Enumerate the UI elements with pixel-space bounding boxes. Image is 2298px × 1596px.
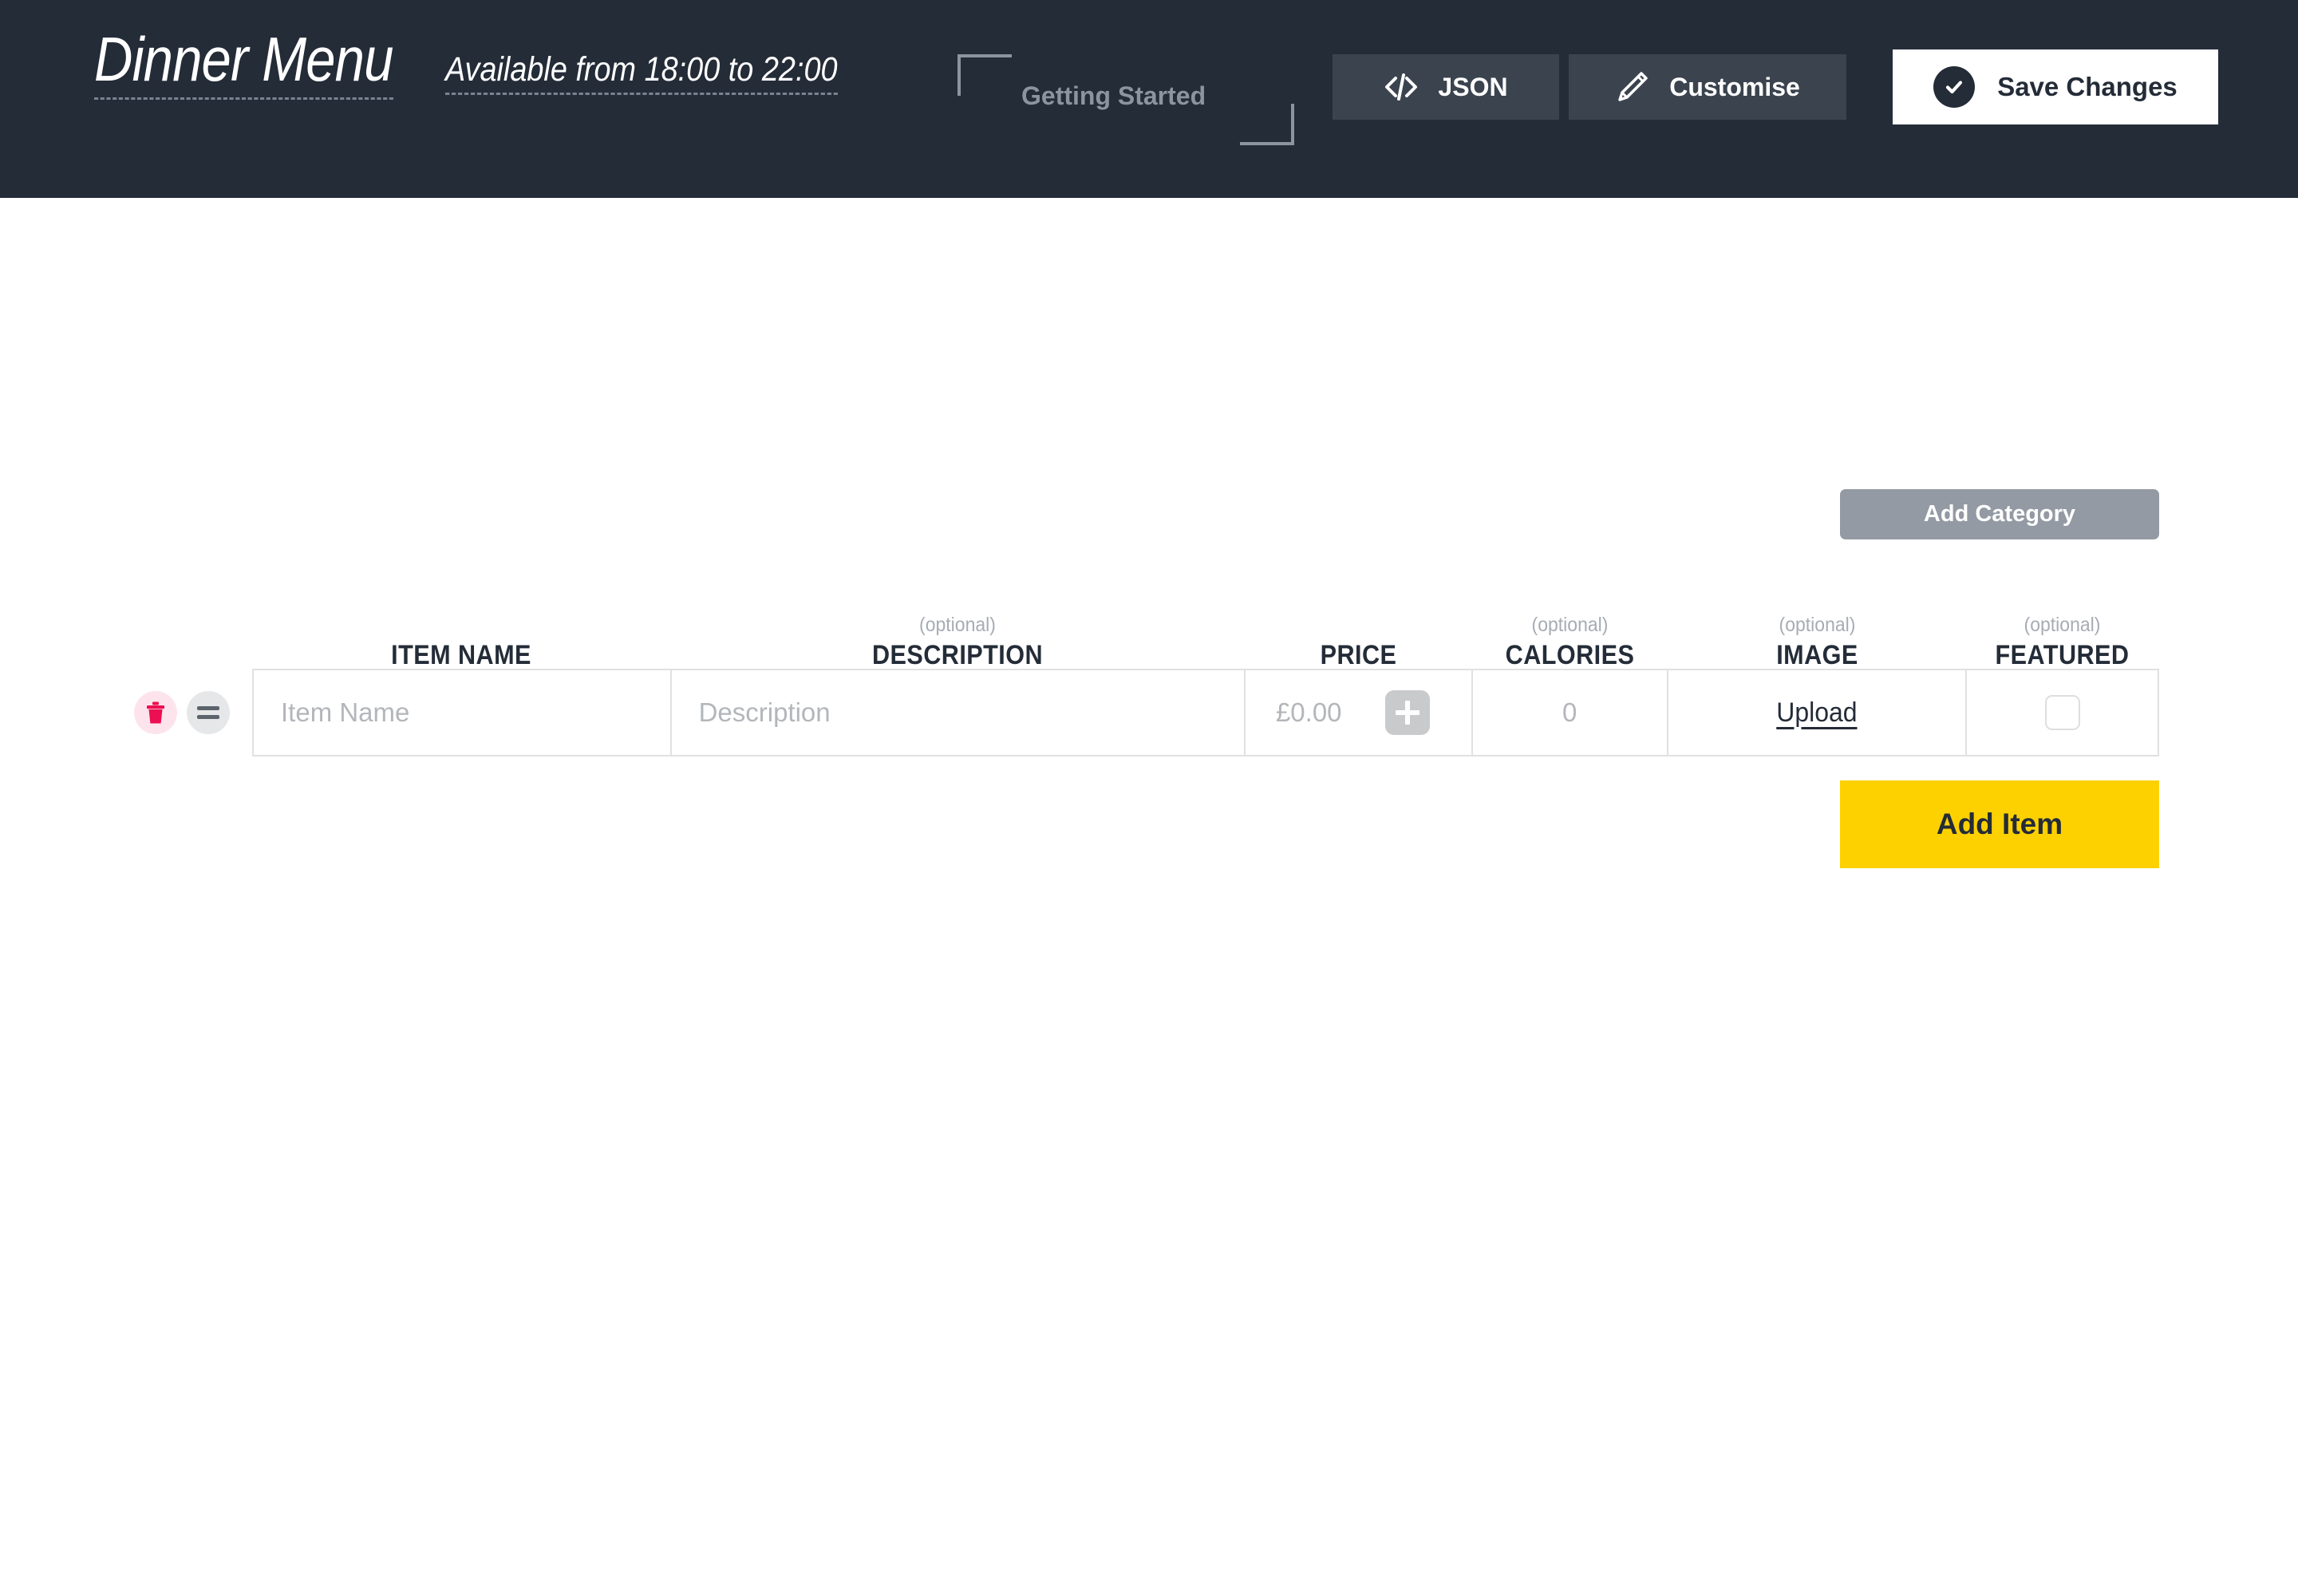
column-header-image: (optional) IMAGE: [1668, 614, 1967, 670]
column-header-featured: (optional) FEATURED: [1967, 614, 2158, 670]
save-changes-button[interactable]: Save Changes: [1893, 49, 2218, 124]
title-block: Dinner Menu Available from 18:00 to 22:0…: [94, 24, 891, 100]
add-category-button[interactable]: Add Category: [1840, 489, 2159, 539]
cell-image: Upload: [1668, 670, 1968, 755]
column-label: FEATURED: [1995, 640, 2130, 670]
upload-link[interactable]: Upload: [1776, 697, 1857, 729]
cell-price: [1245, 670, 1473, 755]
drag-handle-icon: [197, 706, 219, 719]
optional-tag: (optional): [2024, 614, 2101, 636]
bracket-top-left-icon: [958, 54, 1012, 96]
optional-tag: (optional): [1779, 614, 1856, 636]
column-header-item-name: ITEM NAME: [252, 642, 670, 669]
delete-row-button[interactable]: [134, 691, 177, 734]
column-label: PRICE: [1320, 640, 1397, 670]
page-title[interactable]: Dinner Menu: [94, 24, 393, 100]
getting-started-label: Getting Started: [1021, 81, 1206, 110]
column-label: CALORIES: [1505, 640, 1635, 670]
item-name-input[interactable]: [254, 670, 670, 755]
drag-handle[interactable]: [187, 691, 230, 734]
bracket-bottom-right-icon: [1240, 104, 1294, 145]
app-header: Dinner Menu Available from 18:00 to 22:0…: [0, 0, 2298, 198]
column-label: DESCRIPTION: [871, 640, 1044, 670]
column-label: ITEM NAME: [391, 640, 531, 670]
column-header-calories: (optional) CALORIES: [1472, 614, 1668, 670]
optional-tag: (optional): [919, 614, 996, 636]
pencil-icon: [1615, 69, 1650, 105]
cell-featured: [1967, 670, 2158, 755]
customise-button-label: Customise: [1669, 72, 1800, 101]
menu-items-table: ITEM NAME (optional) DESCRIPTION PRICE (…: [134, 589, 2159, 757]
check-circle-icon: [1933, 66, 1976, 108]
row-controls: [134, 691, 230, 734]
add-item-button[interactable]: Add Item: [1840, 780, 2159, 868]
calories-input[interactable]: [1472, 670, 1667, 755]
getting-started-callout[interactable]: Getting Started: [958, 54, 1294, 145]
optional-tag: (optional): [1531, 614, 1609, 636]
json-button[interactable]: JSON: [1333, 54, 1559, 120]
page-subtitle[interactable]: Available from 18:00 to 22:00: [445, 49, 838, 95]
column-label: IMAGE: [1776, 640, 1858, 670]
cell-item-name: [254, 670, 672, 755]
trash-icon: [147, 701, 164, 724]
column-header-description: (optional) DESCRIPTION: [670, 614, 1245, 670]
table-row: Upload: [134, 669, 2159, 757]
cell-description: [671, 670, 1246, 755]
description-input[interactable]: [671, 670, 1244, 755]
save-changes-label: Save Changes: [1997, 72, 2178, 101]
price-add-button[interactable]: [1384, 690, 1430, 735]
cell-calories: [1472, 670, 1668, 755]
featured-checkbox[interactable]: [2044, 695, 2080, 730]
customise-button[interactable]: Customise: [1569, 54, 1846, 120]
json-button-label: JSON: [1438, 72, 1508, 101]
main-content: Add Category ITEM NAME (optional) DESCRI…: [0, 198, 2298, 1596]
price-input[interactable]: [1245, 670, 1385, 755]
code-icon: [1384, 71, 1419, 103]
table-column-headers: ITEM NAME (optional) DESCRIPTION PRICE (…: [252, 589, 2159, 670]
column-header-price: PRICE: [1245, 642, 1472, 669]
